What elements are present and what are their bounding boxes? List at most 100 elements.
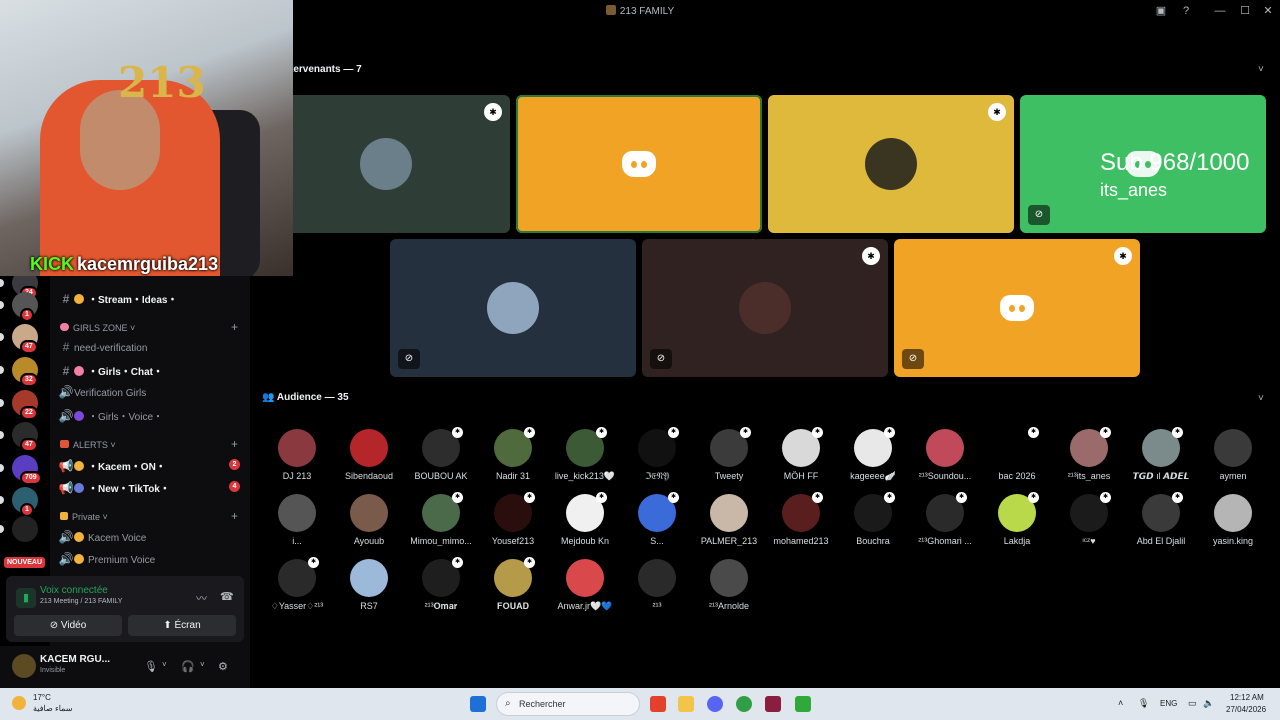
kick-app-icon[interactable] [795, 696, 811, 712]
start-icon[interactable] [470, 696, 486, 712]
audience-member[interactable]: RS7 [333, 559, 405, 611]
audience-member[interactable]: ✱ ♢Yasser♢²¹³ [261, 557, 333, 612]
audience-member[interactable]: ✱ ²¹³Ghomari ... [909, 492, 981, 546]
channel-new-tiktok[interactable]: 📢 ・New・TikTok・ [58, 480, 243, 495]
audience-member[interactable]: ✱ Nadir 31 [477, 427, 549, 481]
audience-member[interactable]: ✱ BOUBOU AK [405, 427, 477, 481]
audience-member[interactable]: ✱ Mimou_mimo... [405, 492, 477, 546]
speaker-tile[interactable] [516, 95, 762, 233]
clock-date[interactable]: 27/04/2026 [1226, 705, 1266, 714]
audience-member[interactable]: ✱ ᶦᶜᶻ♥ [1053, 492, 1125, 546]
audience-member[interactable]: ²¹³Soundou... [909, 429, 981, 481]
weather-description[interactable]: سماء صافية [33, 704, 73, 713]
soundboard-icon[interactable]: 〰 [196, 590, 207, 606]
weather-icon[interactable] [12, 696, 26, 710]
audience-member[interactable]: ²¹³Arnolde [693, 559, 765, 611]
chrome-icon[interactable] [736, 696, 752, 712]
audience-member[interactable]: ✱ Lakdja [981, 492, 1053, 546]
gear-icon[interactable]: ⚙ [218, 660, 228, 673]
audience-member[interactable]: ²¹³ [621, 559, 693, 611]
server-icon[interactable] [12, 516, 38, 542]
speaker-tile[interactable]: ✱ [262, 95, 510, 233]
brave-icon[interactable] [650, 696, 666, 712]
audience-member[interactable]: yasin.king [1197, 494, 1269, 546]
video-button[interactable]: ⊘ Vidéo [14, 615, 122, 636]
category-alerts[interactable]: ALERTS ˅ [60, 440, 116, 450]
volume-icon[interactable]: 🔈 [1203, 698, 1214, 709]
channel-need-verification[interactable]: # need-verification [58, 340, 243, 354]
help-icon[interactable]: ? [1178, 3, 1194, 19]
weather-temperature[interactable]: 17°C [33, 693, 51, 702]
screen-share-button[interactable]: ⬆ Écran [128, 615, 236, 636]
channel-stream-ideas[interactable]: # ・Stream・Ideas・ [58, 291, 243, 306]
speaker-tile[interactable]: ✱ [768, 95, 1014, 233]
microphone-icon[interactable]: 🎙 [144, 660, 158, 673]
adobe-icon[interactable] [765, 696, 781, 712]
add-channel-icon[interactable]: + [231, 437, 238, 451]
file-explorer-icon[interactable] [678, 696, 694, 712]
audience-member[interactable]: ✱ mohamed213 [765, 492, 837, 546]
audience-member[interactable]: ✱ ²¹³𝐎𝐦𝐚𝐫 [405, 557, 477, 612]
microphone-tray-icon[interactable]: 🎙 [1138, 698, 1149, 709]
audience-member[interactable]: ✱ bac 2026 [981, 427, 1053, 481]
voice-location[interactable]: 213 Meeting / 213 FAMILY [40, 598, 122, 605]
audience-member[interactable]: ✱ Mejdoub Kn [549, 492, 621, 546]
search-input[interactable]: ⌕ Rechercher [496, 692, 640, 716]
audience-member[interactable]: Anwar.jr🤍💙 [549, 559, 621, 612]
audience-member[interactable]: Sibendaoud [333, 429, 405, 481]
disconnect-icon[interactable]: ☎ [220, 590, 234, 603]
chevron-down-icon[interactable]: ˅ [1258, 393, 1264, 404]
channel-premium-voice[interactable]: 🔊 Premium Voice [58, 552, 243, 566]
channel-kacem-on[interactable]: 📢 ・Kacem・ON・ [58, 458, 243, 473]
category-girls-zone[interactable]: GIRLS ZONE ˅ [60, 323, 135, 333]
search-placeholder: Rechercher [519, 699, 566, 709]
unread-indicator [0, 431, 4, 439]
monitor-icon[interactable]: ▭ [1188, 698, 1197, 709]
audience-member[interactable]: ✱ Bouchra [837, 492, 909, 546]
chevron-up-icon[interactable]: ˄ [1118, 698, 1123, 708]
signal-icon[interactable]: ▮ [16, 588, 36, 608]
speaker-tile[interactable]: ⊘ [390, 239, 636, 377]
voice-status[interactable]: Voix connectée [40, 585, 108, 596]
clock-time[interactable]: 12:12 AM [1230, 693, 1264, 702]
audience-member[interactable]: ✱ kageeee🪽 [837, 427, 909, 482]
audience-member[interactable]: ✱ Tweety [693, 427, 765, 481]
audience-member[interactable]: aymen [1197, 429, 1269, 481]
close-icon[interactable]: ✕ [1260, 3, 1276, 19]
add-channel-icon[interactable]: + [231, 320, 238, 334]
chevron-down-icon[interactable]: ˅ [162, 660, 167, 669]
discord-icon[interactable] [707, 696, 723, 712]
speaker-tile[interactable]: Sub 968/1000 its_anes ⊘ [1020, 95, 1266, 233]
channel-girls-voice[interactable]: 🔊 ・Girls・Voice・ [58, 408, 243, 423]
speaker-tile[interactable]: ✱ ⊘ [642, 239, 888, 377]
audience-member[interactable]: PALMER_213 [693, 494, 765, 546]
username[interactable]: KACEM RGU... [40, 654, 110, 665]
audience-member[interactable]: DJ 213 [261, 429, 333, 481]
moderator-icon: ✱ [1114, 247, 1132, 265]
channel-verification-girls[interactable]: 🔊Verification Girls [58, 385, 243, 399]
channel-kacem-voice[interactable]: 🔊 Kacem Voice [58, 530, 243, 544]
chevron-down-icon[interactable]: ˅ [1258, 64, 1264, 75]
audience-member[interactable]: Ayouub [333, 494, 405, 546]
audience-member[interactable]: ✱ S... [621, 492, 693, 546]
audience-member[interactable]: ✱ Yousef213 [477, 492, 549, 546]
channel-girls-chat[interactable]: # ・Girls・Chat・ [58, 363, 243, 378]
audience-member[interactable]: i... [261, 494, 333, 546]
inbox-icon[interactable]: ▣ [1153, 3, 1169, 19]
audience-member[interactable]: ✱ 𝙏𝙂𝘿 ıl 𝘼𝘿𝙀𝙇 [1125, 427, 1197, 482]
language-indicator[interactable]: ENG [1160, 699, 1177, 708]
minimize-icon[interactable]: — [1212, 3, 1228, 19]
audience-member[interactable]: ✱ Abd El Djalil [1125, 492, 1197, 546]
audience-member[interactable]: ✱ live_kick213🤍 [549, 427, 621, 482]
add-channel-icon[interactable]: + [231, 509, 238, 523]
audience-member[interactable]: ✱ ²¹³its_anes [1053, 427, 1125, 481]
audience-member[interactable]: ✱ MÖH FF [765, 427, 837, 481]
audience-member[interactable]: ✱ 𝐅𝐎𝐔𝐀𝐃 [477, 557, 549, 612]
speaker-tile[interactable]: ✱ ⊘ [894, 239, 1140, 377]
audience-member[interactable]: ✱ ℑ𝔈𝔑𝔜 [621, 427, 693, 482]
avatar[interactable] [12, 654, 36, 678]
headphones-icon[interactable]: 🎧 [181, 660, 195, 673]
category-private[interactable]: Private ˅ [60, 512, 108, 522]
chevron-down-icon[interactable]: ˅ [200, 660, 205, 669]
maximize-icon[interactable]: ☐ [1237, 3, 1253, 19]
